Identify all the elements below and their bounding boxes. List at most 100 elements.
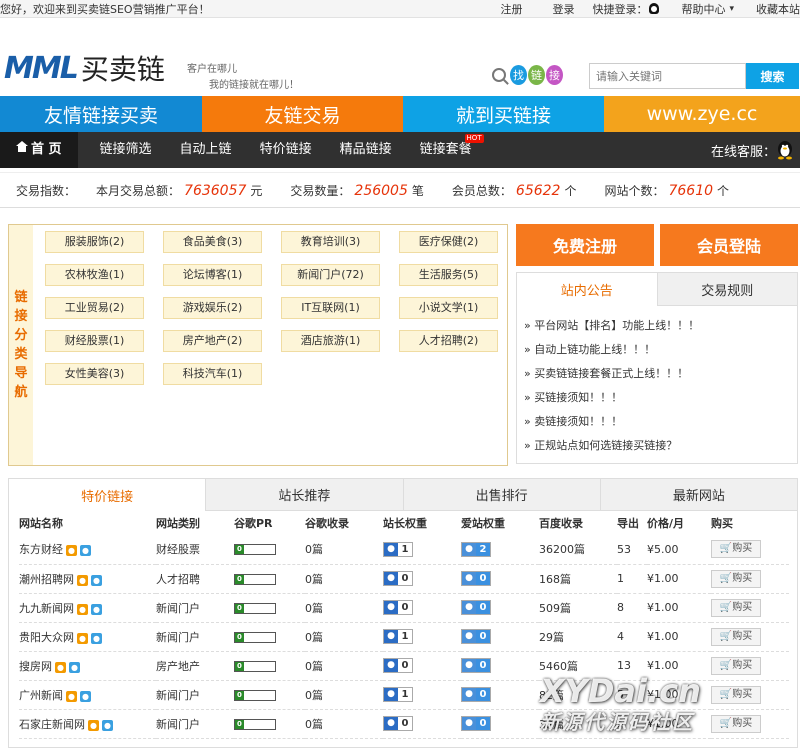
site-name-link[interactable]: 贵阳大众网 (19, 631, 74, 644)
site-category: 财经股票 (156, 535, 234, 565)
category-item[interactable]: 新闻门户(72) (281, 264, 380, 286)
google-index: 0篇 (305, 680, 383, 710)
category-item[interactable]: 小说文学(1) (399, 297, 498, 319)
online-service-label: 在线客服： (710, 144, 776, 160)
sale-icon: ● (80, 690, 91, 702)
header: MML 买卖链 客户在哪儿 我的链接就在哪儿！ 找 链 接 搜索 (0, 18, 800, 96)
google-index: 0篇 (305, 593, 383, 623)
nav-auto-link[interactable]: 自动上链 (166, 132, 246, 168)
az-weight-badge: ● 0 (461, 687, 491, 702)
login-link[interactable]: 登录 (552, 1, 574, 17)
category-item[interactable]: IT互联网(1) (281, 297, 380, 319)
search-button[interactable]: 搜索 (746, 63, 799, 89)
site-name-link[interactable]: 广州新闻 (19, 689, 63, 702)
category-item[interactable]: 农林牧渔(1) (45, 264, 144, 286)
search-input[interactable] (589, 63, 746, 89)
nav-home-label: 首 页 (31, 142, 62, 157)
google-index: 0篇 (305, 622, 383, 652)
category-item[interactable]: 酒店旅游(1) (281, 330, 380, 352)
notice-item[interactable]: » 自动上链功能上线！！！ (524, 338, 797, 362)
site-name-link[interactable]: 石家庄新闻网 (19, 718, 85, 731)
category-grid: 服装服饰(2) 食品美食(3) 教育培训(3) 医疗保健(2) 农林牧渔(1) … (45, 231, 498, 385)
site-name-link[interactable]: 潮州招聘网 (19, 573, 74, 586)
stat-sites: 网站个数： 76610 个 (604, 182, 730, 199)
nav-premium-link[interactable]: 精品链接 (326, 132, 406, 168)
help-center-link[interactable]: 帮助中心 (681, 1, 725, 17)
tab-trade-rules[interactable]: 交易规则 (656, 273, 797, 306)
category-item[interactable]: 教育培训(3) (281, 231, 380, 253)
notice-item[interactable]: » 买链接须知！！！ (524, 386, 797, 410)
category-item[interactable]: 人才招聘(2) (399, 330, 498, 352)
table-row: 东方财经 ● ● 财经股票 0 0篇 ● 1 ● 2 36200篇 53 ¥5.00 🛒购买 (19, 535, 789, 565)
nav-link-package[interactable]: 链接套餐 HOT (406, 132, 486, 168)
table-row: 九九新闻网 ● ● 新闻门户 0 0篇 ● 0 ● 0 509篇 8 ¥1.00 🛒购买 (19, 593, 789, 623)
category-item[interactable]: 服装服饰(2) (45, 231, 144, 253)
category-item[interactable]: 房产地产(2) (163, 330, 262, 352)
paw-icon: ● (462, 688, 476, 701)
notice-item[interactable]: » 卖链接须知！！！ (524, 410, 797, 434)
nav-home[interactable]: 首 页 (0, 132, 78, 168)
paw-icon: ● (384, 717, 398, 730)
category-item[interactable]: 财经股票(1) (45, 330, 144, 352)
paw-icon: ● (462, 630, 476, 643)
promo-banner[interactable]: 友情链接买卖 友链交易 就到买链接 www.zye.cc (0, 96, 800, 132)
tab-recommended[interactable]: 站长推荐 (205, 479, 403, 511)
favorite-link[interactable]: 收藏本站 (756, 1, 800, 17)
tab-newest-sites[interactable]: 最新网站 (599, 479, 797, 511)
sale-icon: ● (91, 632, 102, 644)
promo-icon: ● (55, 661, 66, 673)
site-category: 新闻门户 (156, 622, 234, 652)
free-register-button[interactable]: 免费注册 (516, 224, 654, 266)
find-bubble-1: 找 (510, 65, 527, 85)
notice-item[interactable]: » 平台网站【排名】功能上线！！！ (524, 314, 797, 338)
category-item[interactable]: 游戏娱乐(2) (163, 297, 262, 319)
price: ¥1.00 (647, 564, 711, 594)
category-nav-label: 链接分类导航 (9, 225, 33, 465)
buy-button[interactable]: 🛒购买 (711, 685, 761, 704)
site-name-link[interactable]: 搜房网 (19, 660, 52, 673)
buy-button[interactable]: 🛒购买 (711, 656, 761, 675)
zz-weight-badge: ● 0 (383, 600, 413, 615)
buy-button[interactable]: 🛒购买 (711, 714, 761, 733)
nav-special-link[interactable]: 特价链接 (246, 132, 326, 168)
buy-button[interactable]: 🛒购买 (711, 598, 761, 617)
google-index: 0篇 (305, 564, 383, 594)
register-link[interactable]: 注册 (500, 1, 522, 17)
buy-button[interactable]: 🛒购买 (711, 627, 761, 646)
tab-announcements[interactable]: 站内公告 (517, 273, 657, 306)
online-service[interactable]: 在线客服： (711, 132, 794, 168)
pr-bar: 0 (234, 602, 276, 614)
sale-icon: ● (102, 719, 113, 731)
notice-item[interactable]: » 买卖链链接套餐正式上线！！！ (524, 362, 797, 386)
category-item[interactable]: 女性美容(3) (45, 363, 144, 385)
member-login-button[interactable]: 会员登陆 (660, 224, 798, 266)
site-name-link[interactable]: 东方财经 (19, 543, 63, 556)
site-logo[interactable]: MML 买卖链 (4, 48, 165, 88)
tab-sales-ranking[interactable]: 出售排行 (402, 479, 600, 511)
qq-penguin-icon (778, 141, 792, 160)
category-item[interactable]: 科技汽车(1) (163, 363, 262, 385)
category-item[interactable]: 论坛博客(1) (163, 264, 262, 286)
logo-latin: MML (4, 50, 79, 86)
nav-link-package-label: 链接套餐 (419, 142, 472, 157)
nav-link-filter[interactable]: 链接筛选 (86, 132, 166, 168)
buy-button[interactable]: 🛒购买 (711, 540, 761, 559)
site-name-link[interactable]: 九九新闻网 (19, 602, 74, 615)
notice-item[interactable]: » 正规站点如何选链接买链接？ (524, 434, 797, 458)
category-item[interactable]: 工业贸易(2) (45, 297, 144, 319)
trade-stats-bar: 交易指数： 本月交易总额： 7636057 元 交易数量： 256005 笔 会员总数：… (0, 172, 800, 208)
category-item[interactable]: 生活服务(5) (399, 264, 498, 286)
az-weight-badge: ● 0 (461, 658, 491, 673)
category-item[interactable]: 食品美食(3) (163, 231, 262, 253)
hot-badge: HOT (464, 134, 484, 143)
category-item[interactable]: 医疗保健(2) (399, 231, 498, 253)
promo-icon: ● (77, 574, 88, 586)
tab-special-links[interactable]: 特价链接 (9, 479, 206, 511)
promo-icon: ● (88, 719, 99, 731)
notice-panel: 站内公告 交易规则 » 平台网站【排名】功能上线！！！ » 自动上链功能上线！！… (516, 272, 798, 464)
buy-button[interactable]: 🛒购买 (711, 569, 761, 588)
export-count: 53 (617, 535, 647, 565)
qq-icon[interactable] (649, 3, 660, 14)
notice-list: » 平台网站【排名】功能上线！！！ » 自动上链功能上线！！！ » 买卖链链接套… (517, 306, 797, 458)
col-site-name: 网站名称 (19, 517, 63, 530)
